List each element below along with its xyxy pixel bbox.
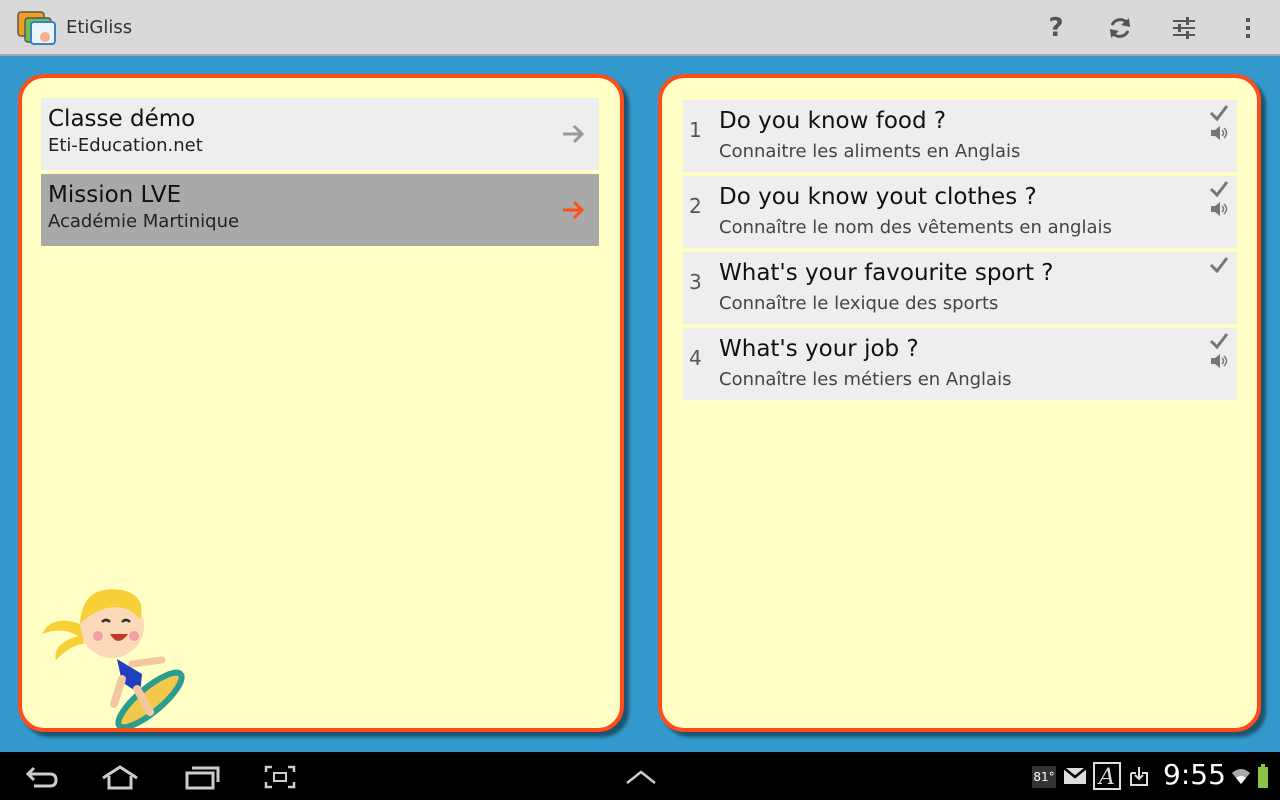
overflow-menu-icon xyxy=(1246,18,1250,38)
app-logo-icon xyxy=(17,11,56,45)
mission-number: 4 xyxy=(689,346,702,370)
mission-subtitle: Connaître les métiers en Anglais xyxy=(719,369,1012,390)
font-app-notification[interactable]: A xyxy=(1092,758,1122,794)
help-icon: ? xyxy=(1048,13,1064,43)
action-bar: EtiGliss ? xyxy=(0,0,1280,56)
classes-panel: Classe démo Eti-Education.net Mission LV… xyxy=(18,74,624,732)
wifi-status xyxy=(1230,758,1252,794)
mission-title: What's your favourite sport ? xyxy=(719,260,1054,286)
mascot-illustration xyxy=(42,589,185,728)
missions-panel: 1 Do you know food ? Connaitre les alime… xyxy=(658,74,1261,732)
battery-icon xyxy=(1258,764,1268,788)
svg-text:A: A xyxy=(1097,765,1115,790)
battery-status xyxy=(1256,758,1270,794)
settings-sliders-icon xyxy=(1173,17,1195,39)
sound-icon xyxy=(1211,202,1228,216)
download-icon xyxy=(1130,767,1148,786)
checkmark-icon xyxy=(1209,181,1229,198)
screenshot-button[interactable] xyxy=(260,760,300,794)
mission-subtitle: Connaître le nom des vêtements en anglai… xyxy=(719,217,1112,238)
app-title: EtiGliss xyxy=(66,17,133,38)
mission-title: Do you know food ? xyxy=(719,108,947,134)
mission-item[interactable]: 2 Do you know yout clothes ? Connaître l… xyxy=(683,176,1237,248)
class-subtitle: Académie Martinique xyxy=(48,211,240,232)
clock: 9:55 xyxy=(1163,758,1226,791)
download-notification[interactable] xyxy=(1126,758,1152,794)
mission-title: What's your job ? xyxy=(719,336,919,362)
mission-item[interactable]: 3 What's your favourite sport ? Connaîtr… xyxy=(683,252,1237,324)
settings-button[interactable] xyxy=(1160,8,1208,48)
help-button[interactable]: ? xyxy=(1032,8,1080,48)
system-navigation-bar: 81° A 9:55 xyxy=(0,752,1280,800)
class-item-classe-demo[interactable]: Classe démo Eti-Education.net xyxy=(41,98,599,170)
sound-icon xyxy=(1211,354,1228,368)
gmail-icon xyxy=(1063,767,1087,784)
wifi-icon xyxy=(1232,769,1250,784)
refresh-button[interactable] xyxy=(1096,8,1144,48)
mission-number: 2 xyxy=(689,194,702,218)
back-button[interactable] xyxy=(20,760,64,794)
checkmark-icon xyxy=(1209,105,1229,122)
arrow-right-icon xyxy=(563,124,585,144)
expand-up-icon xyxy=(626,770,656,784)
refresh-icon xyxy=(1110,18,1130,38)
mission-title: Do you know yout clothes ? xyxy=(719,184,1037,210)
back-icon xyxy=(25,766,58,788)
mission-subtitle: Connaître le lexique des sports xyxy=(719,293,999,314)
recent-apps-icon xyxy=(185,766,220,790)
mission-subtitle: Connaitre les aliments en Anglais xyxy=(719,141,1021,162)
gmail-notification[interactable] xyxy=(1062,758,1088,794)
class-name: Mission LVE xyxy=(48,182,182,208)
expand-up-button[interactable] xyxy=(622,760,660,794)
screenshot-icon xyxy=(264,765,296,789)
mission-number: 1 xyxy=(689,118,702,142)
class-subtitle: Eti-Education.net xyxy=(48,135,203,156)
mission-number: 3 xyxy=(689,270,702,294)
home-button[interactable] xyxy=(98,760,142,794)
class-item-mission-lve[interactable]: Mission LVE Académie Martinique xyxy=(41,174,599,246)
checkmark-icon xyxy=(1209,333,1229,350)
class-name: Classe démo xyxy=(48,106,196,132)
checkmark-icon xyxy=(1209,257,1229,274)
home-icon xyxy=(102,765,138,790)
sound-icon xyxy=(1211,126,1228,140)
font-app-icon: A xyxy=(1093,762,1121,790)
overflow-menu-button[interactable] xyxy=(1224,8,1272,48)
mission-item[interactable]: 1 Do you know food ? Connaitre les alime… xyxy=(683,100,1237,172)
mission-item[interactable]: 4 What's your job ? Connaître les métier… xyxy=(683,328,1237,400)
arrow-right-icon xyxy=(563,200,585,220)
temperature-badge: 81° xyxy=(1032,766,1056,788)
recent-apps-button[interactable] xyxy=(180,760,224,794)
